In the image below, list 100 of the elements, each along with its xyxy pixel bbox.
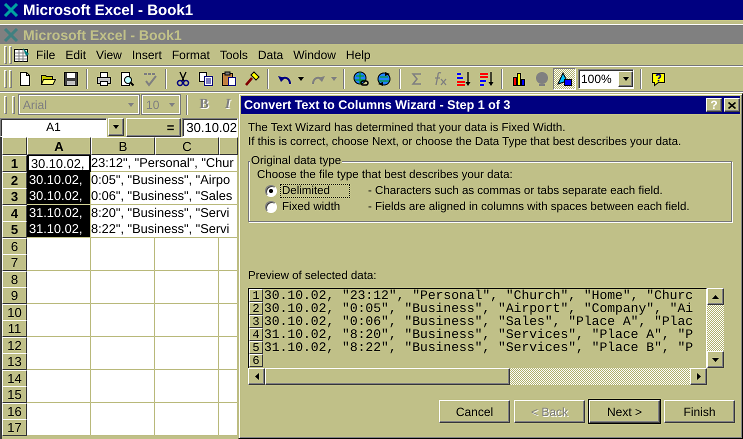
table-cell[interactable] [91,287,155,304]
table-cell[interactable] [155,238,219,254]
row-header[interactable]: 12 [2,336,27,354]
menu-item[interactable]: Format [166,48,215,62]
scrollbar-thumb[interactable] [265,368,510,385]
table-cell[interactable] [27,402,91,420]
row-header[interactable]: 16 [2,402,27,420]
column-header[interactable]: B [91,137,155,155]
table-cell[interactable] [27,370,91,386]
table-cell[interactable] [91,254,155,271]
sort-ascending-icon[interactable] [454,70,470,86]
table-cell[interactable]: 0:05", "Business", "Airpo [91,172,238,188]
table-cell[interactable] [91,402,155,420]
row-header[interactable]: 2 [2,172,27,188]
table-cell[interactable] [27,353,91,370]
print-preview-icon[interactable] [118,70,134,86]
globe-link-icon[interactable] [352,70,368,86]
table-cell[interactable] [219,304,238,320]
table-cell[interactable] [219,386,238,403]
table-cell[interactable]: 31.10.02, [27,221,91,238]
table-cell[interactable] [155,386,219,403]
dialog-button[interactable]: Cancel [439,400,510,423]
table-cell[interactable] [219,402,238,420]
menu-item[interactable]: Data [252,48,288,62]
row-header[interactable]: 15 [2,386,27,403]
table-cell[interactable] [27,419,91,436]
menu-item[interactable]: View [91,48,127,62]
table-cell[interactable] [91,270,155,288]
table-cell[interactable] [155,254,219,271]
table-cell[interactable] [219,320,238,337]
table-cell[interactable] [27,386,91,403]
menu-item[interactable]: Help [340,48,376,62]
table-cell[interactable] [91,370,155,386]
table-cell[interactable] [219,336,238,354]
down-arrow-icon[interactable] [712,358,719,362]
row-header[interactable]: 10 [2,304,27,320]
scroll-right-button[interactable] [690,368,707,385]
zoom-dropdown[interactable]: 100% [578,68,634,88]
formula-field[interactable]: 30.10.02 [182,118,238,136]
column-header[interactable]: C [155,137,219,155]
table-cell[interactable]: 30.10.02, [27,172,91,188]
table-cell[interactable] [155,270,219,288]
paintbrush-icon[interactable] [244,70,260,86]
scroll-down-button[interactable] [707,351,724,368]
dialog-button[interactable]: Next > [589,400,660,423]
menu-item[interactable]: Window [288,48,341,62]
table-cell[interactable] [155,353,219,370]
row-header[interactable]: 6 [2,238,27,254]
table-cell[interactable]: 30.10.02, [27,188,91,205]
select-all-button[interactable] [2,137,27,155]
dialog-button[interactable]: Finish [664,400,735,423]
table-cell[interactable] [27,336,91,354]
table-cell[interactable] [91,320,155,337]
table-cell[interactable] [27,270,91,288]
row-header[interactable]: 5 [2,221,27,238]
row-header[interactable]: 11 [2,320,27,337]
radio-button[interactable] [265,201,277,213]
table-cell[interactable] [91,353,155,370]
globe-arrows-icon[interactable] [376,70,392,86]
dropdown-button[interactable] [108,118,124,136]
table-cell[interactable] [219,238,238,254]
table-cell[interactable] [155,336,219,354]
row-header[interactable]: 4 [2,204,27,222]
help-icon[interactable] [650,70,666,86]
scissors-icon[interactable] [174,70,190,86]
name-box[interactable]: A1 [0,118,107,136]
row-header[interactable]: 13 [2,353,27,370]
table-cell[interactable] [219,370,238,386]
workbook-icon[interactable] [13,46,31,62]
close-icon[interactable] [728,102,736,108]
table-cell[interactable]: 30.10.02, [27,155,91,172]
table-cell[interactable] [155,304,219,320]
row-header[interactable]: 8 [2,270,27,288]
table-cell[interactable]: 23:12", "Personal", "Chur [91,155,238,172]
radio-button[interactable] [265,185,277,197]
close-button[interactable] [724,98,740,112]
table-cell[interactable] [219,419,238,436]
menu-item[interactable]: File [31,48,60,62]
bar-chart-icon[interactable] [510,70,526,86]
table-cell[interactable] [155,370,219,386]
table-cell[interactable]: 31.10.02, [27,204,91,222]
option-label[interactable]: Delimited [280,184,350,198]
row-header[interactable]: 3 [2,188,27,205]
column-header[interactable]: A [27,137,91,155]
scroll-left-button[interactable] [248,368,265,385]
scroll-up-button[interactable] [707,288,724,305]
table-cell[interactable] [219,254,238,271]
sort-descending-icon[interactable] [478,70,494,86]
table-cell[interactable] [91,386,155,403]
row-header[interactable]: 17 [2,419,27,436]
menu-item[interactable]: Tools [214,48,253,62]
table-cell[interactable] [27,304,91,320]
table-cell[interactable]: 8:22", "Business", "Servi [91,221,238,238]
right-arrow-icon[interactable] [696,373,700,380]
left-arrow-icon[interactable] [254,373,258,380]
table-cell[interactable] [91,336,155,354]
table-cell[interactable] [219,287,238,304]
vertical-scrollbar[interactable] [707,288,724,368]
table-cell[interactable] [27,238,91,254]
row-header[interactable]: 1 [2,155,27,172]
